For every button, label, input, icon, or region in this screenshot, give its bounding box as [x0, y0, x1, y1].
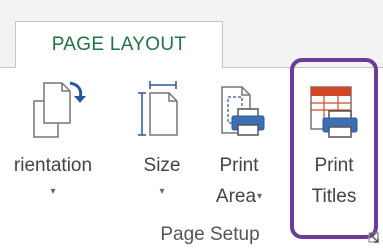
tab-page-layout[interactable]: PAGE LAYOUT [15, 21, 223, 68]
orientation-button[interactable]: rientation ▾ [0, 75, 118, 225]
print-area-icon [206, 79, 272, 136]
size-dropdown-arrow: ▾ [159, 186, 165, 197]
dialog-launcher-icon[interactable] [366, 230, 383, 247]
print-area-dropdown-arrow: ▾ [257, 191, 263, 202]
tab-page-layout-label: PAGE LAYOUT [51, 34, 187, 55]
size-icon [133, 79, 191, 136]
size-label: Size [143, 155, 181, 176]
orientation-dropdown-arrow: ▾ [50, 186, 56, 197]
size-button[interactable]: Size ▾ [133, 75, 191, 225]
print-titles-highlight-outline [290, 58, 378, 239]
print-area-label-line2: Area▾ [215, 186, 263, 207]
print-area-label-line1: Print [219, 155, 259, 176]
orientation-icon [0, 79, 118, 138]
print-area-button[interactable]: Print Area▾ [206, 75, 272, 225]
orientation-label: rientation [13, 155, 93, 176]
group-label-page-setup: Page Setup [160, 224, 260, 245]
